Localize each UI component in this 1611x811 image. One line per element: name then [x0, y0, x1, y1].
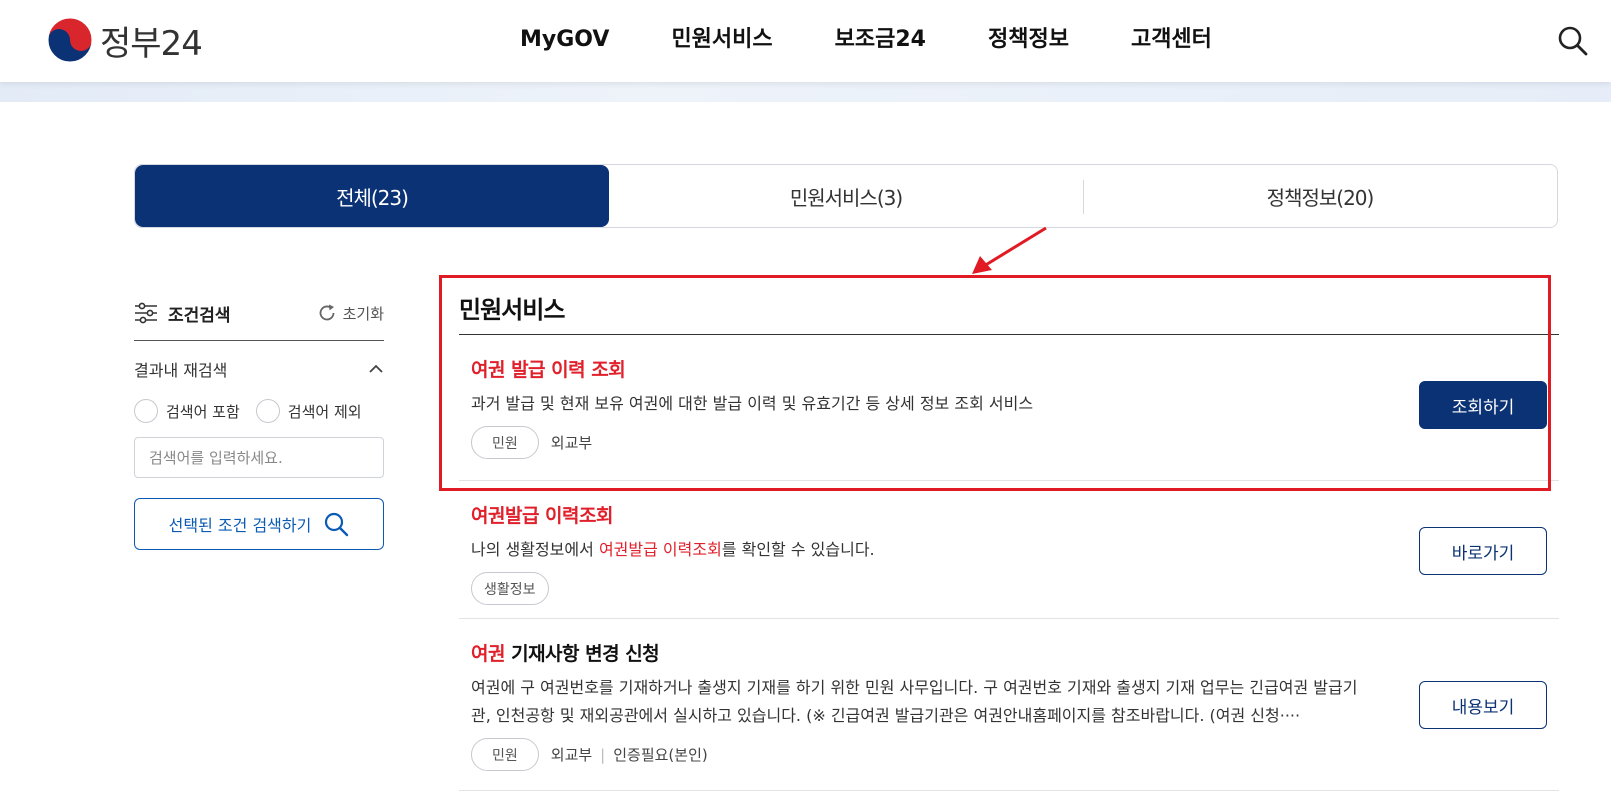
result-tabs: 전체(23) 민원서비스(3) 정책정보(20) — [134, 164, 1558, 228]
tab-all[interactable]: 전체(23) — [135, 165, 609, 227]
radio-include-keyword[interactable]: 검색어 포함 — [134, 399, 240, 423]
filter-title: 조건검색 — [134, 301, 231, 326]
desc-highlight: 여권발급 이력조회 — [598, 540, 722, 559]
nav-item-mygov[interactable]: MyGOV — [520, 22, 609, 58]
annotation-arrow-icon — [972, 226, 1047, 274]
shortcut-button[interactable]: 바로가기 — [1419, 527, 1547, 575]
reset-button[interactable]: 초기화 — [317, 303, 384, 324]
item-description: 나의 생활정보에서 여권발급 이력조회를 확인할 수 있습니다. — [471, 536, 1359, 564]
section-title: 민원서비스 — [459, 296, 565, 324]
filter-header: 조건검색 초기화 — [134, 296, 384, 330]
nav-item-subsidy24[interactable]: 보조금24 — [835, 22, 926, 58]
list-item: 여권 발급 이력 조회 과거 발급 및 현재 보유 여권에 대한 발급 이력 및… — [459, 335, 1559, 481]
logo[interactable]: 정부24 — [46, 16, 203, 64]
list-item: 여권발급 이력조회 나의 생활정보에서 여권발급 이력조회를 확인할 수 있습니… — [459, 481, 1559, 619]
lookup-button[interactable]: 조회하기 — [1419, 381, 1547, 429]
item-description: 여권에 구 여권번호를 기재하거나 출생지 기재를 하기 위한 민원 사무입니다… — [471, 678, 1358, 725]
item-meta: 민원 외교부 | 인증필요(본인) — [471, 738, 1359, 771]
site-header: 정부24 MyGOV 민원서비스 보조금24 정책정보 고객센터 — [0, 0, 1611, 82]
search-button[interactable] — [1556, 24, 1590, 58]
category-badge: 민원 — [471, 738, 539, 771]
keyword-input[interactable] — [134, 437, 384, 478]
auth-required-label: 인증필요(본인) — [613, 746, 708, 764]
radio-exclude-label: 검색어 제외 — [287, 402, 362, 421]
sliders-icon — [135, 302, 157, 324]
item-title-highlight: 여권 발급 이력 조회 — [471, 359, 626, 381]
header-banner-strip — [0, 82, 1611, 102]
nav-item-policy-info[interactable]: 정책정보 — [988, 22, 1069, 58]
agency-label: 외교부 — [550, 434, 593, 452]
search-with-conditions-label: 선택된 조건 검색하기 — [168, 516, 312, 535]
radio-circle[interactable] — [134, 399, 158, 423]
nav-item-customer-center[interactable]: 고객센터 — [1131, 22, 1212, 58]
taegeuk-logo-icon — [47, 17, 93, 63]
item-title[interactable]: 여권 발급 이력 조회 — [471, 355, 1359, 382]
agency-label: 외교부 — [550, 746, 593, 764]
item-title-rest: 기재사항 변경 신청 — [504, 643, 660, 665]
search-with-conditions-button[interactable]: 선택된 조건 검색하기 — [134, 498, 384, 550]
desc-text: 나의 생활정보에서 — [471, 540, 599, 559]
list-item: 여권 기재사항 변경 신청 여권에 구 여권번호를 기재하거나 출생지 기재를 … — [459, 619, 1559, 791]
item-meta: 생활정보 — [471, 572, 1359, 605]
radio-exclude-keyword[interactable]: 검색어 제외 — [255, 399, 362, 423]
chevron-up-icon — [369, 364, 383, 373]
item-title[interactable]: 여권 기재사항 변경 신청 — [471, 639, 1359, 666]
filter-title-label: 조건검색 — [168, 305, 231, 326]
item-meta: 민원 외교부 — [471, 426, 1359, 459]
desc-text: 를 확인할 수 있습니다. — [721, 540, 875, 559]
keyword-option-group: 검색어 포함 검색어 제외 — [134, 399, 384, 423]
refresh-icon — [319, 304, 334, 321]
filter-divider — [134, 340, 384, 341]
item-title-highlight: 여권발급 이력조회 — [471, 505, 613, 527]
tab-civil-services[interactable]: 민원서비스(3) — [609, 165, 1083, 227]
reset-label: 초기화 — [342, 304, 384, 323]
main-nav: MyGOV 민원서비스 보조금24 정책정보 고객센터 — [520, 22, 1274, 58]
logo-text: 정부24 — [100, 23, 203, 64]
tab-policy-info[interactable]: 정책정보(20) — [1083, 165, 1557, 227]
filter-panel: 조건검색 초기화 결과내 재검색 검색어 포함 검색어 제외 선택된 조건 검색… — [134, 296, 384, 550]
category-badge: 민원 — [471, 426, 539, 459]
item-title[interactable]: 여권발급 이력조회 — [471, 501, 1359, 528]
category-badge: 생활정보 — [471, 572, 549, 605]
radio-circle[interactable] — [255, 399, 280, 423]
re-search-label: 결과내 재검색 — [134, 361, 228, 380]
item-title-highlight: 여권 — [471, 643, 505, 665]
view-details-button[interactable]: 내용보기 — [1419, 681, 1547, 729]
search-icon — [325, 512, 349, 537]
nav-item-civil-services[interactable]: 민원서비스 — [671, 22, 772, 58]
radio-include-label: 검색어 포함 — [166, 402, 240, 421]
meta-separator: | — [600, 745, 606, 764]
search-icon — [1558, 26, 1588, 56]
re-search-toggle[interactable]: 결과내 재검색 — [134, 357, 384, 381]
item-description: 과거 발급 및 현재 보유 여권에 대한 발급 이력 및 유효기간 등 상세 정… — [471, 394, 1034, 413]
results-section: 민원서비스 여권 발급 이력 조회 과거 발급 및 현재 보유 여권에 대한 발… — [459, 290, 1559, 791]
